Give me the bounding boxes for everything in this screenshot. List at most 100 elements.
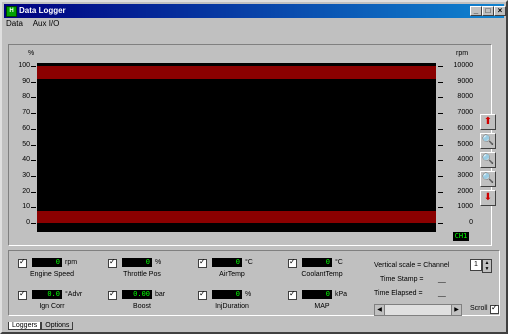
channel-label: InjDuration	[215, 303, 249, 310]
right-axis-unit: rpm	[456, 50, 469, 57]
channel-checkbox[interactable]	[18, 257, 27, 268]
channel-value-display: 0.0	[32, 290, 62, 299]
vertical-scale-spinner[interactable]: ▲ ▼	[482, 259, 492, 273]
right-axis-tick	[438, 207, 443, 209]
channel-unit: %	[245, 291, 252, 298]
right-axis-tick	[438, 144, 443, 146]
left-axis-tick-label: 70	[22, 109, 30, 117]
right-axis-tick	[438, 113, 443, 115]
right-axis-tick-label: 1000	[457, 203, 473, 211]
menu-aux-io[interactable]: Aux I/O	[33, 19, 60, 28]
channel-unit: °C	[245, 259, 253, 266]
right-axis-tick	[438, 81, 443, 83]
left-axis-tick	[31, 97, 36, 99]
right-axis-tick-label: 3000	[457, 171, 473, 179]
vertical-scale-label: Vertical scale = Channel	[374, 262, 450, 269]
right-axis-tick	[438, 191, 443, 193]
right-axis-tick-label: 9000	[457, 77, 473, 85]
channel-unit: rpm	[65, 259, 78, 266]
channel-checkbox[interactable]	[108, 257, 117, 268]
channel-label: AirTemp	[219, 271, 245, 278]
left-axis-unit: %	[28, 50, 35, 57]
upper-limit-band	[37, 66, 436, 79]
channel-checkbox[interactable]	[108, 289, 117, 300]
zoom-out-icon[interactable]: 🔍	[480, 171, 496, 187]
red-arrow-down-icon[interactable]: ⬇	[480, 190, 496, 206]
window-title: Data Logger	[19, 6, 66, 15]
channel-checkbox[interactable]	[198, 289, 207, 300]
channel-value-display: 0	[302, 290, 332, 299]
red-arrow-up-icon[interactable]: ⬆	[480, 114, 496, 130]
channel-label: Throttle Pos	[123, 271, 161, 278]
tab-strip: Loggers Options	[8, 320, 74, 332]
left-axis-tick	[31, 144, 36, 146]
right-axis-tick	[438, 66, 443, 67]
left-axis-tick	[31, 191, 36, 193]
left-axis-tick-label: 10	[22, 203, 30, 211]
channel-label: Engine Speed	[30, 271, 74, 278]
channel-label: MAP	[314, 303, 330, 310]
right-axis-tick	[438, 223, 443, 224]
channel-unit: %	[155, 259, 162, 266]
left-axis-tick	[31, 175, 36, 177]
right-axis-tick-label: 5000	[457, 140, 473, 148]
left-axis-tick	[31, 66, 36, 67]
scroll-right-arrow-icon[interactable]: ▶	[451, 305, 461, 315]
right-axis-tick-label: 6000	[457, 124, 473, 132]
lower-limit-band	[37, 211, 436, 223]
channel-value-display: 0	[212, 290, 242, 299]
channel-readout: CH1	[453, 232, 469, 241]
channel-checkbox[interactable]	[288, 289, 297, 300]
channel-label: Ign Corr	[39, 303, 65, 310]
scroll-checkbox[interactable]	[490, 303, 499, 314]
right-axis-tick-label: 10000	[453, 62, 473, 69]
channel-value-display: 0	[122, 258, 152, 267]
app-icon: H	[6, 6, 17, 17]
zoom-all-icon[interactable]: 🔍	[480, 152, 496, 168]
scroll-left-arrow-icon[interactable]: ◀	[375, 305, 385, 315]
scroll-label: Scroll	[470, 305, 488, 312]
right-axis-tick-label: 4000	[457, 156, 473, 164]
title-bar: H Data Logger _ □ ×	[4, 4, 506, 18]
left-axis-tick-label: 0	[26, 219, 30, 226]
left-axis-tick-label: 100	[18, 62, 30, 69]
channel-value-display: 0.00	[122, 290, 152, 299]
right-axis-tick-label: 2000	[457, 187, 473, 195]
right-axis-tick	[438, 175, 443, 177]
minimize-button[interactable]: _	[470, 6, 482, 16]
channel-unit: °Advr	[65, 291, 83, 298]
vertical-scale-value[interactable]: 1	[470, 259, 482, 271]
time-elapsed-value: __	[438, 290, 446, 297]
left-axis-tick-label: 50	[22, 140, 30, 148]
tab-loggers[interactable]: Loggers	[8, 322, 42, 330]
tab-options[interactable]: Options	[41, 322, 74, 330]
channel-label: Boost	[133, 303, 151, 310]
channel-value-display: 0	[32, 258, 62, 267]
right-axis-tick	[438, 97, 443, 99]
close-button[interactable]: ×	[494, 6, 506, 16]
left-axis-tick-label: 80	[22, 93, 30, 101]
channel-value-display: 0	[302, 258, 332, 267]
zoom-in-icon[interactable]: 🔍	[480, 133, 496, 149]
left-axis-tick-label: 60	[22, 124, 30, 132]
plot-area[interactable]	[37, 63, 436, 232]
left-axis-tick	[31, 113, 36, 115]
time-elapsed-label: Time Elapsed =	[374, 290, 423, 297]
time-stamp-label: Time Stamp =	[380, 276, 424, 283]
right-axis-tick-label: 7000	[457, 109, 473, 117]
channel-checkbox[interactable]	[288, 257, 297, 268]
menu-data[interactable]: Data	[6, 19, 23, 28]
left-axis-tick-label: 20	[22, 187, 30, 195]
maximize-button[interactable]: □	[482, 6, 494, 16]
menu-bar: Data Aux I/O	[6, 19, 67, 31]
left-axis-tick	[31, 128, 36, 130]
left-axis-tick-label: 40	[22, 156, 30, 164]
time-scrollbar[interactable]: ◀ ▶	[374, 304, 462, 316]
left-axis-tick-label: 30	[22, 171, 30, 179]
channel-checkbox[interactable]	[18, 289, 27, 300]
right-axis-tick-label: 0	[469, 219, 473, 226]
left-axis-tick	[31, 81, 36, 83]
right-axis-tick	[438, 128, 443, 130]
right-axis-tick-label: 8000	[457, 93, 473, 101]
channel-checkbox[interactable]	[198, 257, 207, 268]
